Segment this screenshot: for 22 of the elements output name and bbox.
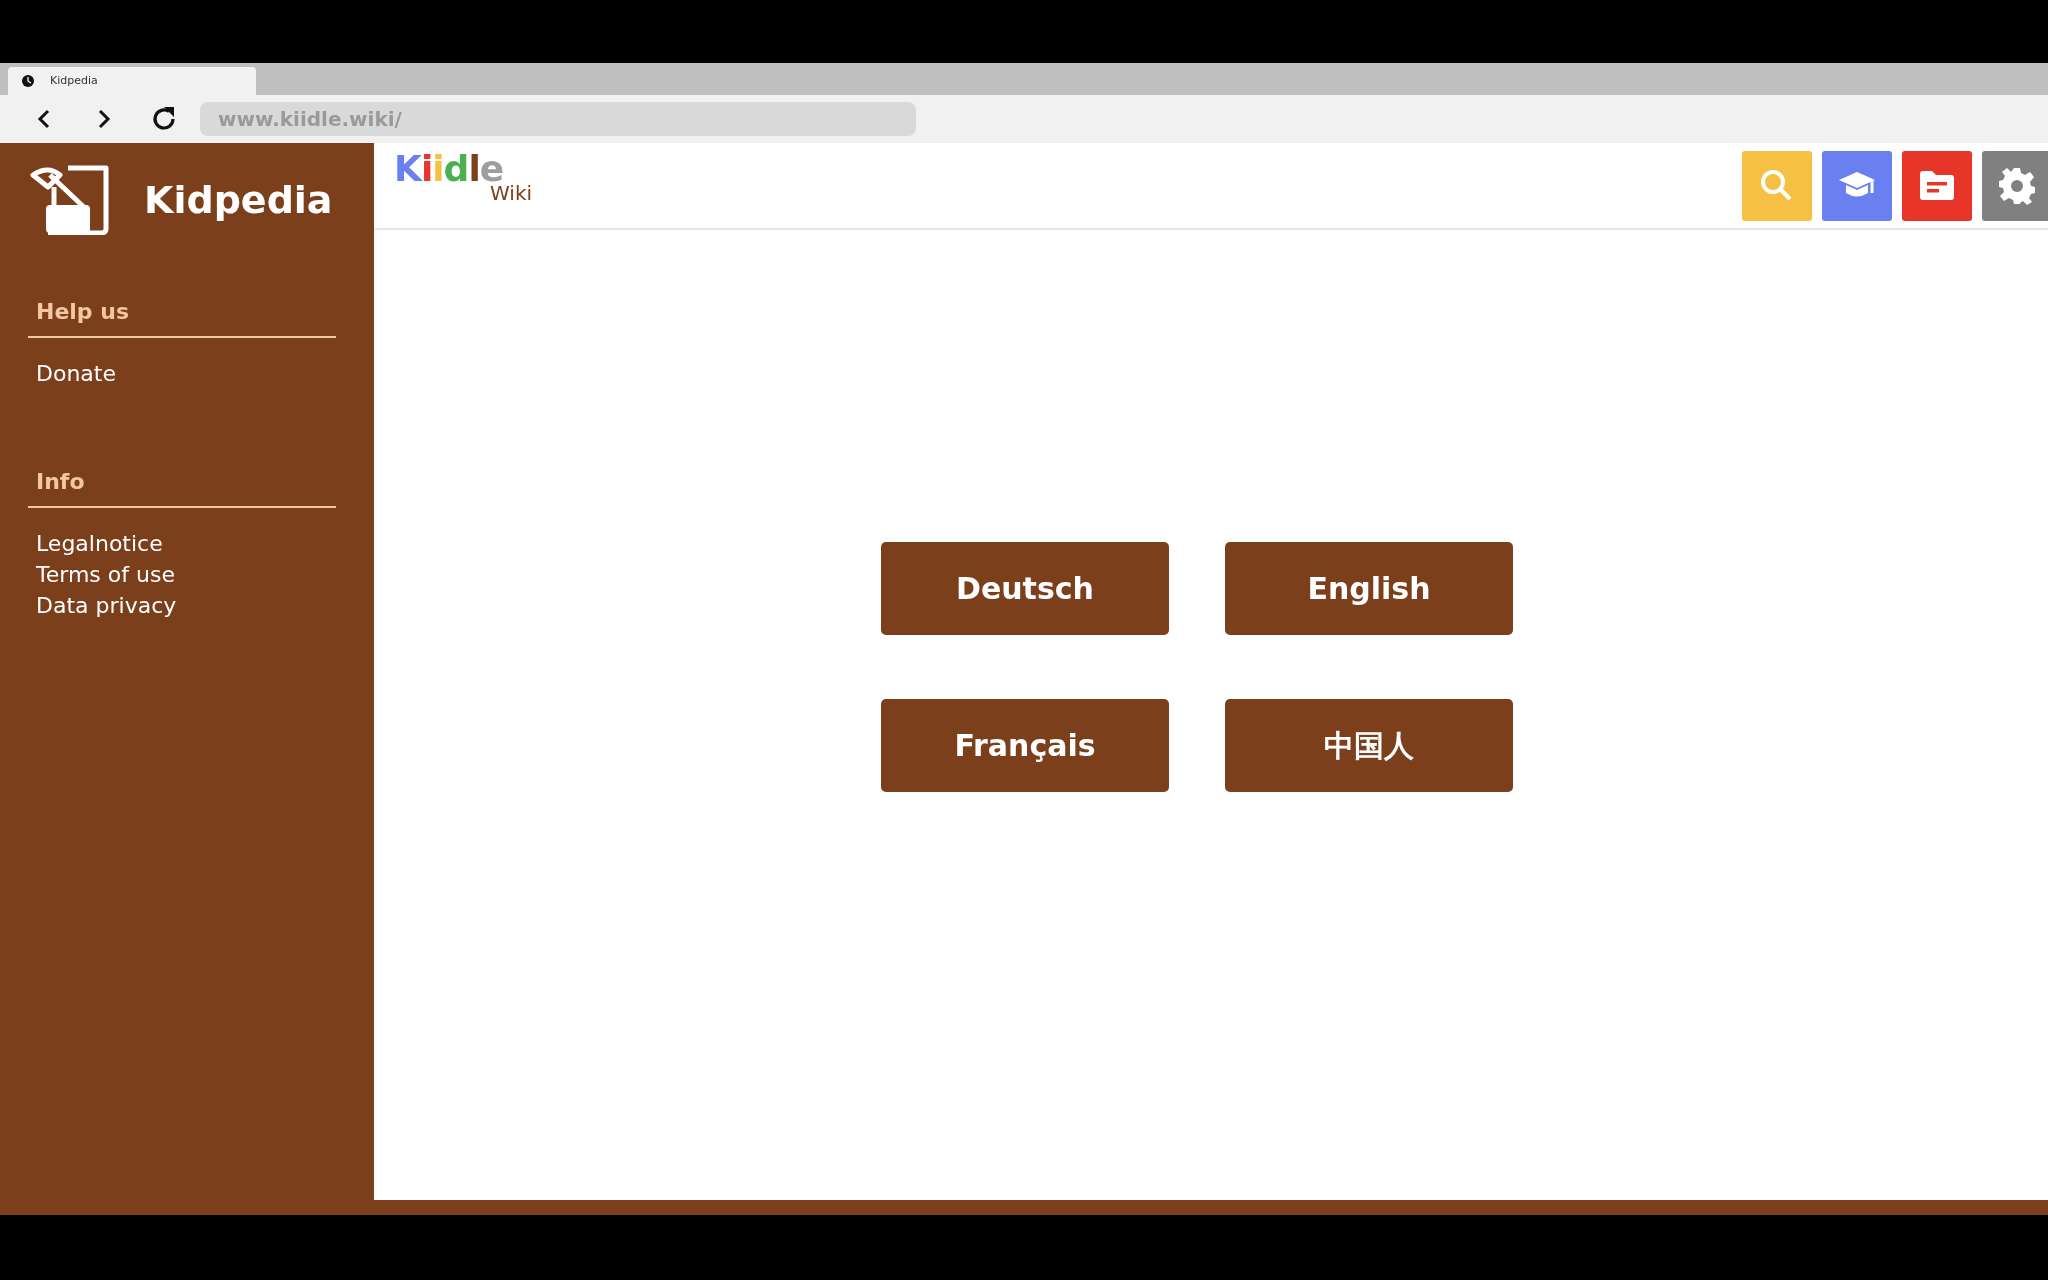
- chevron-right-icon: [97, 108, 111, 130]
- language-button[interactable]: Deutsch: [881, 542, 1169, 635]
- sidebar-title: Kidpedia: [144, 176, 333, 224]
- sidebar-link[interactable]: Terms of use: [28, 559, 175, 590]
- site-logo[interactable]: Kiidle Wiki: [394, 151, 533, 203]
- sidebar-link[interactable]: Data privacy: [28, 590, 177, 621]
- tab-title: Kidpedia: [50, 72, 98, 89]
- settings-button[interactable]: [1982, 151, 2048, 221]
- clock-icon: [22, 75, 34, 87]
- section-heading: Info: [28, 465, 336, 508]
- browser-tab[interactable]: Kidpedia: [8, 67, 256, 95]
- folder-button[interactable]: [1902, 151, 1972, 221]
- learn-button[interactable]: [1822, 151, 1892, 221]
- sidebar-link[interactable]: Legalnotice: [28, 528, 163, 559]
- chevron-left-icon: [37, 108, 51, 130]
- settings-icon: [1997, 166, 2037, 206]
- scroll-quill-icon: [28, 165, 110, 235]
- sidebar-link[interactable]: Donate: [28, 358, 116, 389]
- language-button[interactable]: Français: [881, 699, 1169, 792]
- section-heading: Help us: [28, 295, 336, 338]
- language-button[interactable]: English: [1225, 542, 1513, 635]
- language-button[interactable]: 中国人: [1225, 699, 1513, 792]
